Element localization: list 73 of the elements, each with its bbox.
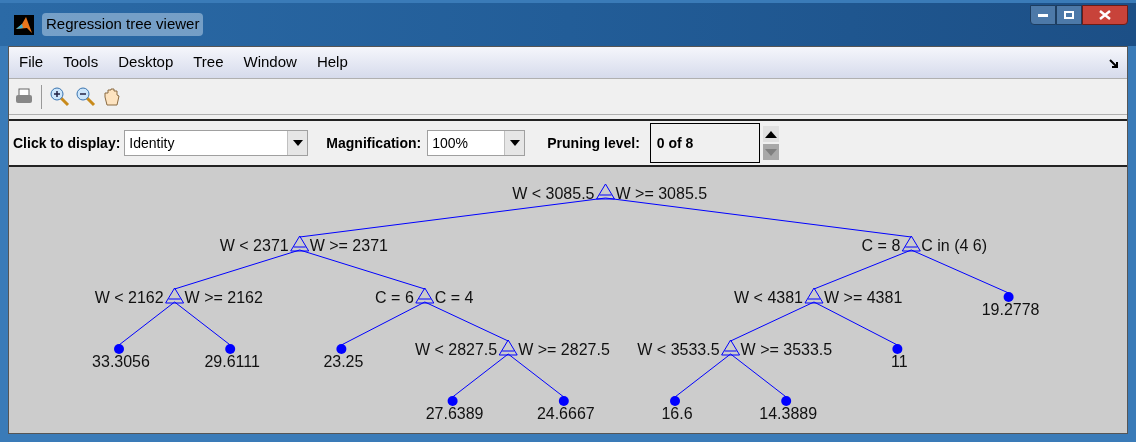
edge-line: [507, 353, 565, 398]
split-label: W >= 4381: [824, 289, 903, 306]
maximize-button[interactable]: [1056, 5, 1082, 25]
split-label: W < 2162: [94, 289, 164, 306]
split-label: C = 6: [375, 289, 414, 306]
zoom-out-icon[interactable]: [76, 86, 96, 107]
split-label: W < 2827.5: [414, 341, 498, 358]
split-node-triangle: [901, 235, 921, 252]
pruning-level-field[interactable]: 0 of 8: [649, 123, 760, 163]
printer-icon[interactable]: [15, 87, 33, 106]
split-node-triangle: [415, 287, 435, 304]
leaf-dot: [114, 344, 124, 354]
split-label: W < 2371: [219, 237, 289, 254]
split-label: C = 8: [861, 237, 901, 254]
menu-item[interactable]: Window: [243, 51, 297, 74]
leaf-value: 23.25: [323, 353, 364, 370]
split-label: W >= 2371: [309, 237, 388, 254]
split-label: W < 3533.5: [637, 341, 720, 358]
leaf-dot: [781, 396, 792, 406]
display-label: Click to display:: [13, 133, 121, 153]
leaf-value: 11: [891, 353, 908, 370]
display-dropdown[interactable]: Identity: [124, 130, 309, 156]
split-label: W < 3085.5: [512, 185, 595, 202]
edge-line: [452, 353, 509, 398]
magnification-label: Magnification:: [326, 133, 422, 153]
split-node-triangle: [290, 235, 310, 252]
menu-item[interactable]: Tools: [63, 51, 99, 74]
split-node-triangle: [721, 339, 741, 356]
leaf-value: 24.6667: [536, 405, 595, 422]
leaf-dot: [892, 344, 903, 354]
leaf-value: 19.2778: [981, 301, 1040, 318]
menu-item[interactable]: Desktop: [118, 51, 174, 74]
leaf-value: 27.6389: [425, 405, 484, 422]
hand-icon[interactable]: [102, 86, 122, 107]
menu-item[interactable]: Tree: [193, 51, 224, 74]
leaf-value: 14.3889: [759, 405, 818, 422]
leaf-value: 29.6111: [204, 353, 260, 370]
leaf-dot: [558, 396, 569, 406]
split-node-triangle: [596, 183, 615, 200]
close-icon[interactable]: [1099, 10, 1111, 20]
split-label: C = 4: [434, 289, 474, 306]
menu-item[interactable]: Help: [316, 51, 348, 74]
zoom-in-icon[interactable]: [50, 86, 70, 107]
pruning-label: Pruning level:: [547, 133, 640, 153]
edge-line: [174, 301, 231, 346]
magnification-dropdown[interactable]: 100%: [427, 130, 526, 156]
leaf-dot: [336, 344, 347, 354]
leaf-value: 16.6: [661, 405, 693, 422]
menu-item[interactable]: File: [19, 51, 44, 74]
split-label: W < 4381: [734, 289, 803, 306]
leaf-value: 33.3056: [92, 353, 150, 370]
dropdown-caret-icon[interactable]: [287, 131, 308, 155]
split-label: W >= 2162: [184, 289, 263, 306]
split-label: C in (4 6): [921, 237, 988, 254]
app-logo-icon: [14, 14, 34, 35]
split-label: W >= 3533.5: [740, 341, 833, 358]
up-arrow-icon[interactable]: [764, 130, 777, 138]
split-node-triangle: [498, 339, 518, 356]
leaf-dot: [670, 396, 680, 406]
leaf-dot: [1003, 292, 1014, 302]
window-title: Regression tree viewer: [42, 13, 204, 36]
increase-arrow-button[interactable]: [762, 126, 779, 142]
split-label: W >= 2827.5: [518, 341, 610, 358]
edge-line: [730, 353, 787, 398]
split-label: W >= 3085.5: [615, 185, 708, 202]
split-node-triangle: [165, 287, 185, 304]
dock-arrow-icon[interactable]: [1109, 59, 1119, 69]
minimize-button[interactable]: [1030, 5, 1056, 25]
leaf-dot: [225, 344, 236, 354]
close-button[interactable]: [1082, 5, 1128, 25]
dropdown-caret-icon[interactable]: [504, 131, 525, 155]
split-node-triangle: [804, 287, 824, 304]
leaf-dot: [447, 396, 458, 406]
